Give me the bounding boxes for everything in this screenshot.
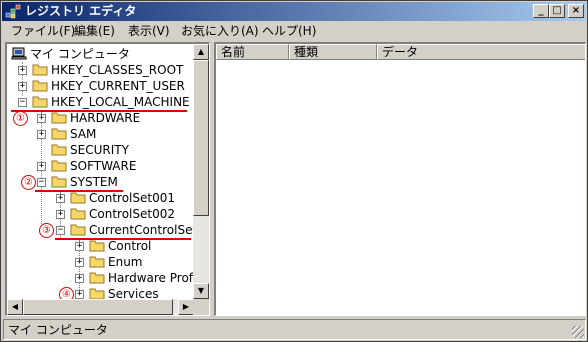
tree-node-label: SAM — [70, 127, 97, 141]
tree-node-label: ControlSet002 — [89, 207, 175, 221]
window-title: レジストリ エディタ — [25, 4, 137, 18]
tree-node-controlset001[interactable]: + ControlSet001 — [56, 190, 206, 206]
tree-node-label: ControlSet001 — [89, 191, 175, 205]
expand-toggle[interactable]: + — [37, 114, 46, 123]
expand-toggle[interactable]: + — [75, 274, 84, 283]
scroll-left-arrow-icon[interactable]: ◀ — [7, 299, 23, 315]
scroll-right-arrow-icon[interactable]: ▶ — [178, 299, 194, 315]
tree-node-label: Enum — [108, 255, 143, 269]
vertical-scroll-thumb[interactable] — [193, 60, 209, 216]
menu-file[interactable]: ファイル(F) — [11, 24, 75, 39]
menu-help[interactable]: ヘルプ(H) — [262, 24, 316, 39]
tree-node-label: HKEY_CURRENT_USER — [51, 79, 185, 93]
collapse-toggle[interactable]: − — [37, 178, 46, 187]
registry-app-icon — [5, 4, 21, 19]
tree-horizontal-scrollbar[interactable]: ◀ ▶ — [7, 299, 194, 315]
tree-node-label: SYSTEM — [70, 175, 118, 189]
tree-node-currentcontrolset[interactable]: − CurrentControlSet — [56, 222, 206, 238]
tree-node-label: マイ コンピュータ — [30, 47, 130, 61]
menu-edit[interactable]: 編集(E) — [74, 24, 115, 39]
tree-node-software[interactable]: + SOFTWARE — [37, 158, 207, 174]
column-header-type[interactable]: 種類 — [289, 44, 377, 60]
folder-icon — [51, 160, 67, 172]
tree-node-hklm[interactable]: − HKEY_LOCAL_MACHINE — [18, 94, 208, 110]
expand-toggle[interactable]: + — [37, 130, 46, 139]
open-folder-icon — [32, 96, 48, 108]
tree-node-controlset002[interactable]: + ControlSet002 — [56, 206, 206, 222]
open-folder-icon — [70, 224, 86, 236]
computer-icon — [11, 47, 27, 60]
folder-icon — [89, 240, 105, 252]
collapse-toggle[interactable]: − — [56, 226, 65, 235]
tree-node-label: CurrentControlSet — [89, 223, 198, 237]
menu-bar: ファイル(F) 編集(E) 表示(V) お気に入り(A) ヘルプ(H) — [3, 22, 585, 41]
maximize-button[interactable]: □ — [549, 4, 565, 18]
scroll-down-arrow-icon[interactable]: ▼ — [193, 283, 209, 299]
folder-icon — [89, 272, 105, 284]
open-folder-icon — [51, 176, 67, 188]
expand-toggle[interactable]: + — [56, 194, 65, 203]
annotation-marker-2: ② — [21, 175, 36, 190]
registry-editor-window: レジストリ エディタ _ □ × ファイル(F) 編集(E) 表示(V) お気に… — [0, 0, 588, 342]
folder-icon — [70, 208, 86, 220]
expand-toggle[interactable]: + — [75, 242, 84, 251]
tree-node-hkcu[interactable]: + HKEY_CURRENT_USER — [18, 78, 208, 94]
folder-icon — [70, 192, 86, 204]
status-text: マイ コンピュータ — [8, 323, 108, 337]
scroll-corner — [193, 299, 209, 315]
tree-node-label: SOFTWARE — [70, 159, 137, 173]
folder-icon — [51, 112, 67, 124]
tree-node-hkcr[interactable]: + HKEY_CLASSES_ROOT — [18, 62, 208, 78]
menu-favorites[interactable]: お気に入り(A) — [181, 24, 259, 39]
folder-icon — [51, 144, 67, 156]
tree-node-hardware-profiles[interactable]: + Hardware Profile — [75, 270, 207, 286]
close-button[interactable]: × — [568, 4, 584, 18]
minimize-button[interactable]: _ — [533, 4, 549, 18]
expand-toggle[interactable]: + — [18, 82, 27, 91]
status-bar: マイ コンピュータ — [3, 319, 586, 340]
tree-node-security[interactable]: SECURITY — [37, 142, 207, 158]
tree-node-my-computer[interactable]: マイ コンピュータ — [11, 46, 201, 62]
expand-toggle[interactable]: + — [75, 258, 84, 267]
tree-node-enum[interactable]: + Enum — [75, 254, 205, 270]
collapse-toggle[interactable]: − — [18, 98, 27, 107]
column-header-name[interactable]: 名前 — [216, 44, 289, 60]
key-tree-pane[interactable]: マイ コンピュータ + HKEY_CLASSES_ROOT + HKEY_CUR… — [5, 42, 210, 316]
title-bar[interactable]: レジストリ エディタ _ □ × — [2, 2, 586, 21]
annotation-marker-3: ③ — [39, 223, 54, 238]
scroll-up-arrow-icon[interactable]: ▲ — [193, 44, 209, 60]
tree-node-hardware[interactable]: + HARDWARE — [37, 110, 207, 126]
expand-toggle[interactable]: + — [37, 162, 46, 171]
expand-toggle[interactable]: + — [56, 210, 65, 219]
folder-icon — [51, 128, 67, 140]
tree-node-sam[interactable]: + SAM — [37, 126, 207, 142]
folder-icon — [32, 64, 48, 76]
column-header-data[interactable]: データ — [377, 44, 585, 60]
folder-icon — [32, 80, 48, 92]
resize-grip-icon[interactable] — [572, 326, 584, 338]
horizontal-scroll-thumb[interactable] — [23, 299, 173, 315]
expand-toggle[interactable]: + — [75, 290, 84, 299]
tree-vertical-scrollbar[interactable]: ▲ ▼ — [193, 44, 209, 299]
tree-node-label: SECURITY — [70, 143, 129, 157]
tree-node-label: Control — [108, 239, 152, 253]
tree-node-label: HARDWARE — [70, 111, 141, 125]
value-list-pane[interactable]: 名前 種類 データ — [214, 42, 586, 316]
tree-node-control[interactable]: + Control — [75, 238, 205, 254]
expand-toggle[interactable]: + — [18, 66, 27, 75]
menu-view[interactable]: 表示(V) — [128, 24, 170, 39]
tree-node-system[interactable]: − SYSTEM — [37, 174, 207, 190]
folder-icon — [89, 256, 105, 268]
annotation-marker-1: ① — [13, 111, 28, 126]
tree-node-label: HKEY_LOCAL_MACHINE — [51, 95, 190, 109]
tree-node-label: HKEY_CLASSES_ROOT — [51, 63, 184, 77]
